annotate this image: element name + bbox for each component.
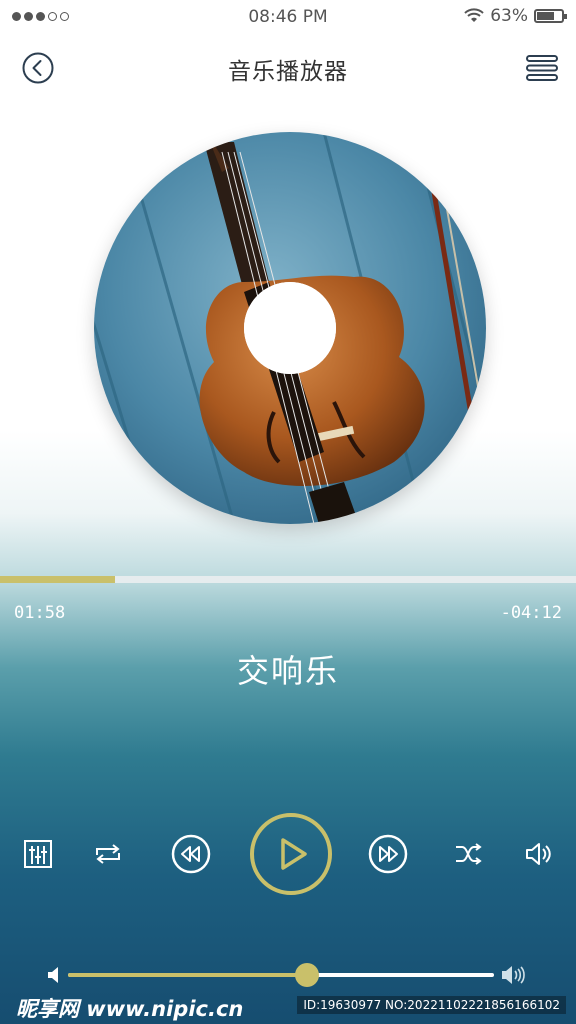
album-art-disc bbox=[94, 132, 486, 524]
shuffle-icon[interactable] bbox=[454, 843, 482, 865]
page-title: 音乐播放器 bbox=[228, 59, 348, 85]
repeat-icon[interactable] bbox=[93, 843, 123, 865]
wifi-icon bbox=[464, 8, 484, 22]
track-title: 交响乐 bbox=[236, 652, 339, 690]
battery-status: 63% bbox=[464, 6, 567, 26]
playback-progress-bar[interactable] bbox=[0, 576, 576, 583]
hamburger-menu-icon[interactable] bbox=[526, 54, 558, 82]
volume-slider-fill bbox=[68, 973, 307, 977]
speaker-icon[interactable] bbox=[524, 840, 552, 868]
status-bar: 08:46 PM 63% bbox=[0, 0, 576, 34]
volume-high-icon bbox=[502, 966, 525, 984]
volume-low-icon bbox=[48, 967, 58, 983]
rewind-icon[interactable] bbox=[171, 834, 211, 874]
volume-slider[interactable] bbox=[68, 963, 494, 987]
violin-disc-art bbox=[94, 132, 486, 524]
volume-slider-knob[interactable] bbox=[294, 963, 319, 987]
battery-icon bbox=[534, 9, 567, 23]
play-icon[interactable] bbox=[249, 812, 333, 896]
playback-progress-played bbox=[0, 576, 116, 583]
battery-percent: 63% bbox=[490, 6, 528, 26]
fast-forward-icon[interactable] bbox=[368, 834, 408, 874]
equalizer-icon[interactable] bbox=[24, 840, 52, 868]
elapsed-time: 01:58 bbox=[14, 603, 66, 623]
watermark-id: ID:19630977 NO:20221102221856166102 bbox=[297, 996, 566, 1014]
watermark-brand: 昵享网 www.nipic.cn bbox=[16, 997, 244, 1021]
remaining-time: -04:12 bbox=[500, 603, 562, 623]
